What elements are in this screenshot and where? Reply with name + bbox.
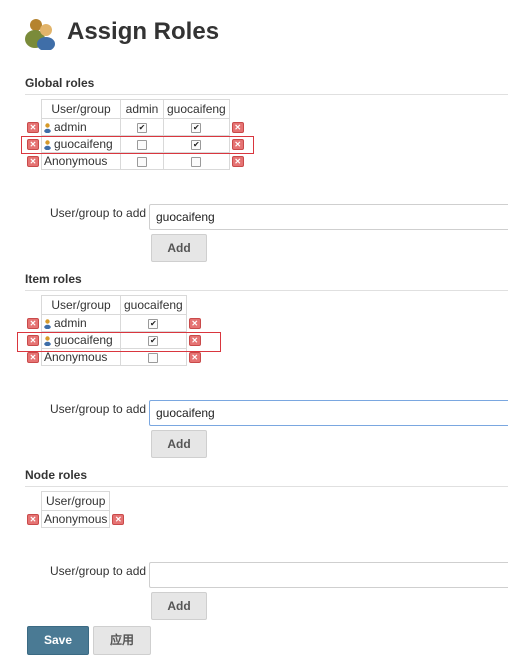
user-name: Anonymous [44,350,108,364]
add-button[interactable]: Add [151,234,207,262]
table-row: ✕ Anonymous ✕ [25,510,126,528]
user-name: admin [54,316,87,330]
delete-icon[interactable]: ✕ [27,156,39,168]
checkbox[interactable]: ✔ [137,122,147,133]
add-user-label: User/group to add [50,402,147,416]
checkbox[interactable] [137,139,147,150]
node-user-input[interactable] [149,562,508,588]
user-name: Anonymous [44,154,108,168]
delete-icon[interactable]: ✕ [27,335,39,347]
delete-icon[interactable]: ✕ [27,139,39,151]
column-header-admin: admin [120,99,164,119]
delete-icon[interactable]: ✕ [188,318,201,330]
item-roles-title: Item roles [25,272,82,286]
delete-icon[interactable]: ✕ [27,122,39,134]
user-name: guocaifeng [54,333,113,347]
user-icon [44,123,51,133]
checkbox[interactable]: ✔ [191,122,202,133]
node-roles-title: Node roles [25,468,88,482]
delete-icon[interactable]: ✕ [27,352,39,364]
table-row: ✕ Anonymous ✕ [25,152,246,170]
table-row: ✕ guocaifeng ✔ ✕ [25,135,246,153]
column-header-user-group: User/group [40,491,111,511]
table-row: ✕ admin ✔ ✔ ✕ [25,118,246,136]
checkbox[interactable] [137,156,147,167]
user-name: Anonymous [44,512,108,526]
item-roles-divider [25,290,508,291]
delete-icon[interactable]: ✕ [188,352,201,364]
global-user-input[interactable] [149,204,508,230]
delete-icon[interactable]: ✕ [27,514,39,526]
table-row: ✕ guocaifeng ✔ ✕ [25,331,203,349]
checkbox[interactable]: ✔ [148,335,159,346]
table-row: ✕ Anonymous ✕ [25,348,203,366]
checkbox[interactable]: ✔ [148,318,159,329]
user-name: admin [54,120,87,134]
global-roles-divider [25,94,508,95]
users-icon [25,19,55,50]
checkbox[interactable] [148,352,159,363]
column-header-user-group: User/group [41,295,121,315]
delete-icon[interactable]: ✕ [231,122,244,134]
checkbox[interactable]: ✔ [191,139,202,150]
table-row: ✕ admin ✔ ✕ [25,314,203,332]
user-icon [44,336,51,346]
node-roles-divider [25,486,508,487]
global-roles-title: Global roles [25,76,95,90]
apply-button[interactable]: 应用 [93,626,151,655]
user-icon [44,319,51,329]
add-user-label: User/group to add [50,206,147,220]
column-header-guocaifeng: guocaifeng [120,295,187,315]
delete-icon[interactable]: ✕ [27,318,39,330]
add-button[interactable]: Add [151,592,207,620]
item-user-input[interactable] [149,400,508,426]
page-title: Assign Roles [67,18,220,45]
item-roles-table: User/group guocaifeng ✕ admin ✔ ✕ ✕ guoc… [25,295,203,366]
add-button[interactable]: Add [151,430,207,458]
delete-icon[interactable]: ✕ [231,156,244,168]
user-icon [44,140,51,150]
global-roles-table: User/group admin guocaifeng ✕ admin ✔ ✔ … [25,99,246,170]
user-name: guocaifeng [54,137,113,151]
column-header-guocaifeng: guocaifeng [163,99,230,119]
delete-icon[interactable]: ✕ [188,335,201,347]
delete-icon[interactable]: ✕ [231,139,244,151]
save-button[interactable]: Save [27,626,89,655]
column-header-user-group: User/group [41,99,121,119]
delete-icon[interactable]: ✕ [112,514,125,526]
add-user-label: User/group to add [50,564,147,578]
checkbox[interactable] [191,156,202,167]
node-roles-table: User/group ✕ Anonymous ✕ [25,491,126,528]
